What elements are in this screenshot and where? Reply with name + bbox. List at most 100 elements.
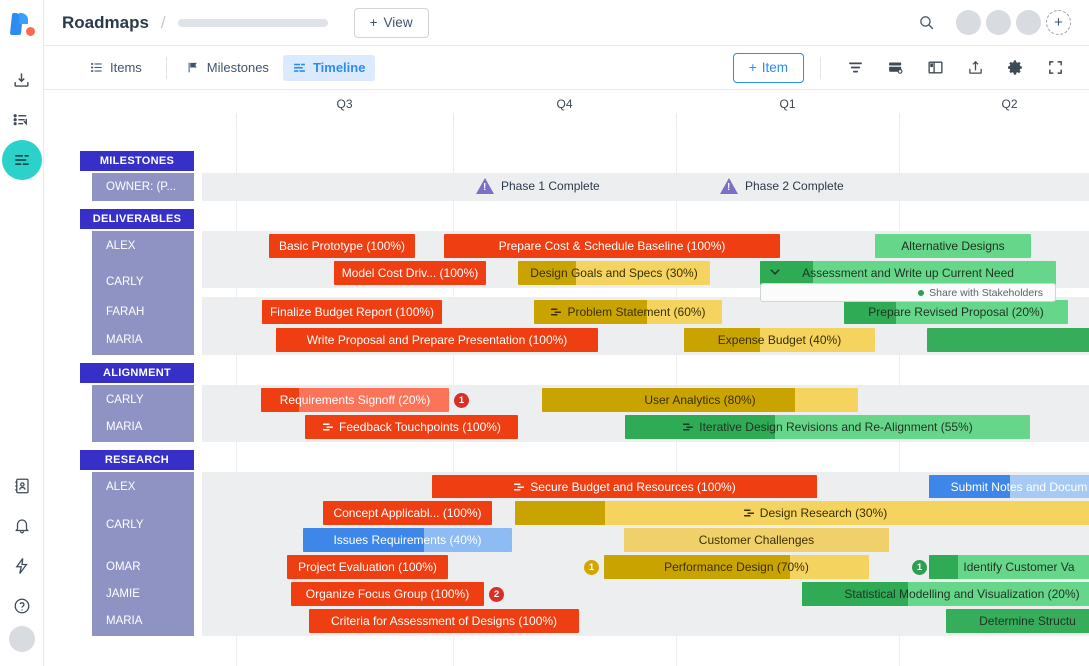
list-refresh-icon[interactable] xyxy=(2,100,42,140)
owner-label[interactable]: MARIA xyxy=(92,412,194,442)
avatar[interactable] xyxy=(1016,10,1041,35)
tab-milestones[interactable]: Milestones xyxy=(177,55,279,81)
settings-gear-icon[interactable] xyxy=(999,53,1031,83)
tab-items[interactable]: Items xyxy=(80,55,152,81)
timeline-bar[interactable]: Feedback Touchpoints (100%) xyxy=(305,415,518,439)
logo-shape-blue-arc xyxy=(19,13,28,24)
timeline-bar[interactable]: Model Cost Driv... (100%) xyxy=(334,261,486,285)
owner-label[interactable]: OWNER: (P... xyxy=(92,173,194,201)
bar-label: Assessment and Write up Current Need xyxy=(796,266,1020,280)
group-label-deliverables[interactable]: DELIVERABLES xyxy=(80,209,194,229)
tab-timeline-label: Timeline xyxy=(313,60,366,75)
bar-label: Problem Statement (60%) xyxy=(544,305,711,319)
timeline-bar[interactable]: Customer Challenges xyxy=(624,528,889,552)
dependency-badge[interactable]: 1 xyxy=(454,393,469,408)
avatar[interactable] xyxy=(986,10,1011,35)
owner-label[interactable]: CARLY xyxy=(92,498,194,552)
timeline-bar[interactable]: Alternative Designs xyxy=(875,234,1031,258)
avatar[interactable] xyxy=(956,10,981,35)
tab-items-label: Items xyxy=(110,60,142,75)
timeline-bar[interactable] xyxy=(927,328,1089,352)
bar-label: Write Proposal and Prepare Presentation … xyxy=(301,333,574,347)
page-header: Roadmaps / + View + xyxy=(44,0,1089,46)
app-logo[interactable] xyxy=(9,12,35,38)
timeline-bar[interactable]: Requirements Signoff (20%) xyxy=(261,388,449,412)
timeline-bar[interactable]: Expense Budget (40%) xyxy=(684,328,875,352)
quarter-divider xyxy=(676,113,677,122)
group-label-alignment[interactable]: ALIGNMENT xyxy=(80,363,194,383)
bar-label: User Analytics (80%) xyxy=(638,393,761,407)
timeline-bar[interactable]: Prepare Revised Proposal (20%) xyxy=(844,300,1068,324)
timeline-bar[interactable]: Submit Notes and Docum xyxy=(929,475,1089,499)
contacts-icon[interactable] xyxy=(2,466,42,506)
owner-label[interactable]: FARAH xyxy=(92,297,194,327)
owner-label[interactable]: CARLY xyxy=(92,385,194,415)
timeline-bar[interactable]: Organize Focus Group (100%) xyxy=(291,582,484,606)
timeline-bar[interactable]: Issues Requirements (40%) xyxy=(303,528,512,552)
search-icon[interactable] xyxy=(918,14,935,31)
timeline-bar[interactable]: Design Goals and Specs (30%) xyxy=(518,261,710,285)
bar-progress-fill xyxy=(515,501,605,525)
bar-label: Alternative Designs xyxy=(895,239,1010,253)
flag-icon xyxy=(187,61,200,74)
bar-label: Project Evaluation (100%) xyxy=(292,560,443,574)
chevron-down-icon[interactable] xyxy=(768,265,782,282)
owner-label[interactable]: JAMIE xyxy=(92,579,194,609)
import-icon[interactable] xyxy=(2,60,42,100)
quarter-label: Q1 xyxy=(676,97,899,111)
help-icon[interactable] xyxy=(2,586,42,626)
bolt-icon[interactable] xyxy=(2,546,42,586)
timeline-bar[interactable]: Determine Structu xyxy=(946,609,1089,633)
timeline-canvas: Q3Q4Q1Q2 MILESTONESOWNER: (P...Phase 1 C… xyxy=(44,90,1089,666)
add-collaborator-button[interactable]: + xyxy=(1046,10,1071,35)
add-view-button[interactable]: + View xyxy=(354,8,429,38)
timeline-bar[interactable]: Finalize Budget Report (100%) xyxy=(262,300,442,324)
milestone-marker[interactable]: Phase 2 Complete xyxy=(720,178,844,194)
timeline-bar[interactable]: Write Proposal and Prepare Presentation … xyxy=(276,328,598,352)
owner-label[interactable]: MARIA xyxy=(92,325,194,355)
dependency-badge[interactable]: 1 xyxy=(912,560,927,575)
timeline-bar[interactable]: Assessment and Write up Current Need xyxy=(760,261,1056,285)
user-avatar[interactable] xyxy=(9,626,35,652)
dependency-link-icon xyxy=(550,306,562,318)
export-icon[interactable] xyxy=(959,53,991,83)
timeline-bar[interactable]: Basic Prototype (100%) xyxy=(269,234,415,258)
bar-label: Design Research (30%) xyxy=(737,506,893,520)
owner-label[interactable]: MARIA xyxy=(92,606,194,636)
bell-icon[interactable] xyxy=(2,506,42,546)
timeline-icon[interactable] xyxy=(2,140,42,180)
bar-label: Feedback Touchpoints (100%) xyxy=(316,420,507,434)
add-item-button[interactable]: + Item xyxy=(733,53,804,83)
timeline-bar[interactable]: Problem Statement (60%) xyxy=(534,300,722,324)
timeline-bar[interactable]: Criteria for Assessment of Designs (100%… xyxy=(309,609,579,633)
add-item-label: Item xyxy=(762,60,788,75)
timeline-bar[interactable]: Statistical Modelling and Visualization … xyxy=(802,582,1089,606)
card-layout-icon[interactable] xyxy=(879,53,911,83)
dependency-badge[interactable]: 1 xyxy=(584,560,599,575)
share-dropdown[interactable]: Share with Stakeholders xyxy=(760,283,1056,302)
timeline-bar[interactable]: Iterative Design Revisions and Re-Alignm… xyxy=(625,415,1030,439)
timeline-bar[interactable]: Identify Customer Va xyxy=(929,555,1089,579)
timeline-bar[interactable]: Prepare Cost & Schedule Baseline (100%) xyxy=(444,234,780,258)
left-rail xyxy=(0,0,44,666)
group-label-research[interactable]: RESEARCH xyxy=(80,450,194,470)
timeline-bar[interactable]: Project Evaluation (100%) xyxy=(287,555,448,579)
timeline-bar[interactable]: Secure Budget and Resources (100%) xyxy=(432,475,817,499)
owner-label[interactable]: OMAR xyxy=(92,552,194,582)
columns-icon[interactable] xyxy=(919,53,951,83)
timeline-bar[interactable]: User Analytics (80%) xyxy=(542,388,858,412)
timeline-bar[interactable]: Concept Applicabl... (100%) xyxy=(323,501,492,525)
bar-label: Concept Applicabl... (100%) xyxy=(327,506,487,520)
owner-label[interactable]: ALEX xyxy=(92,231,194,261)
timeline-bar[interactable]: Performance Design (70%) xyxy=(604,555,869,579)
milestone-marker[interactable]: Phase 1 Complete xyxy=(476,178,600,194)
fullscreen-icon[interactable] xyxy=(1039,53,1071,83)
dependency-badge[interactable]: 2 xyxy=(489,587,504,602)
filter-icon[interactable] xyxy=(839,53,871,83)
timeline-bar[interactable]: Design Research (30%) xyxy=(515,501,1089,525)
milestone-label: Phase 1 Complete xyxy=(501,179,600,193)
tab-timeline[interactable]: Timeline xyxy=(283,55,376,81)
add-view-label: View xyxy=(384,15,413,30)
group-label-milestones[interactable]: MILESTONES xyxy=(80,151,194,171)
dropdown-option-share[interactable]: Share with Stakeholders xyxy=(761,284,1055,301)
